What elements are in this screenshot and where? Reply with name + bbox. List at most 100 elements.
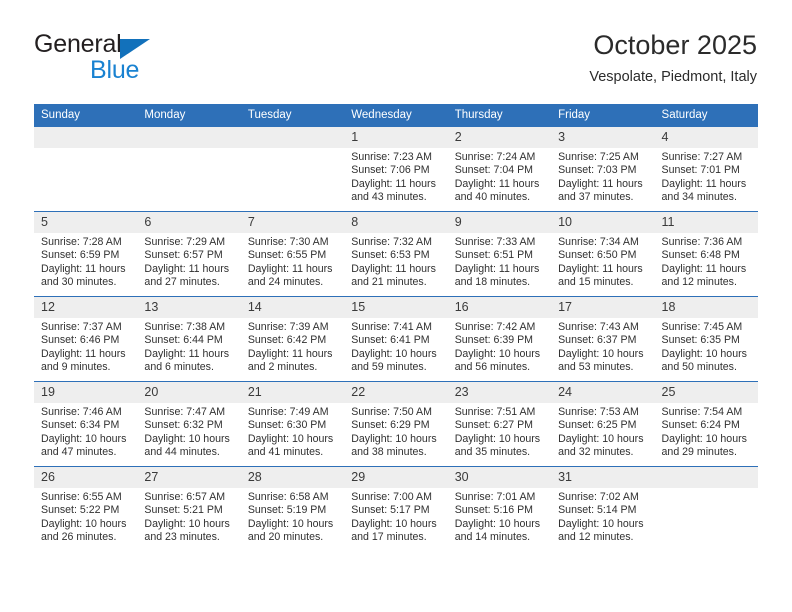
day-details: Sunrise: 7:46 AM Sunset: 6:34 PM Daylight:… <box>34 403 137 460</box>
daylight-text: Daylight: 10 hours and 47 minutes. <box>41 432 127 459</box>
day-cell[interactable]: 16 Sunrise: 7:42 AM Sunset: 6:39 PM Dayligh… <box>447 296 552 382</box>
daylight-text: Daylight: 11 hours and 40 minutes. <box>454 177 540 204</box>
sunrise-sunset-calendar: Sunday Monday Tuesday Wednesday Thursday Frid… <box>34 104 758 551</box>
day-cell[interactable]: 9 Sunrise: 7:33 AM Sunset: 6:51 PM Daylight… <box>447 211 552 297</box>
page-header: General Blue October 2025 Vespolate, Pie… <box>34 30 757 96</box>
day-cell[interactable]: 31 Sunrise: 7:02 AM Sunset: 5:14 PM Dayligh… <box>551 466 655 551</box>
daylight-text: Daylight: 10 hours and 53 minutes. <box>558 347 644 374</box>
day-number: 9 <box>447 212 552 233</box>
day-number: 26 <box>34 467 138 488</box>
general-blue-logo[interactable]: General Blue <box>34 30 264 92</box>
day-details: Sunrise: 6:58 AM Sunset: 5:19 PM Daylight:… <box>241 488 344 545</box>
sunrise-text: Sunrise: 7:54 AM <box>661 406 743 418</box>
sunrise-text: Sunrise: 7:33 AM <box>454 236 536 248</box>
day-number: 7 <box>240 212 345 233</box>
sunset-text: Sunset: 7:01 PM <box>661 164 740 177</box>
daylight-text: Daylight: 11 hours and 2 minutes. <box>247 347 333 374</box>
sunrise-text: Sunrise: 7:28 AM <box>41 236 122 248</box>
sunrise-text: Sunrise: 7:42 AM <box>454 321 536 333</box>
day-number: 29 <box>344 467 448 488</box>
day-number: 14 <box>240 297 345 318</box>
day-cell[interactable]: 20 Sunrise: 7:47 AM Sunset: 6:32 PM Dayligh… <box>137 381 241 467</box>
daylight-text: Daylight: 11 hours and 30 minutes. <box>41 262 126 289</box>
day-cell[interactable]: 17 Sunrise: 7:43 AM Sunset: 6:37 PM Dayligh… <box>551 296 655 382</box>
day-number <box>137 127 241 148</box>
weekday-header-wednesday: Wednesday <box>344 104 448 127</box>
day-details: Sunrise: 7:37 AM Sunset: 6:46 PM Daylight:… <box>34 318 137 375</box>
sunset-text: Sunset: 7:03 PM <box>558 164 637 177</box>
daylight-text: Daylight: 10 hours and 23 minutes. <box>144 517 230 544</box>
day-cell[interactable]: 22 Sunrise: 7:50 AM Sunset: 6:29 PM Dayligh… <box>344 381 448 467</box>
day-cell[interactable]: 13 Sunrise: 7:38 AM Sunset: 6:44 PM Dayligh… <box>137 296 241 382</box>
weekday-header-sunday: Sunday <box>34 104 138 127</box>
sunrise-text: Sunrise: 7:00 AM <box>351 491 432 503</box>
daylight-text: Daylight: 11 hours and 27 minutes. <box>144 262 230 289</box>
day-cell[interactable]: 1 Sunrise: 7:23 AM Sunset: 7:06 PM Daylight… <box>344 126 448 212</box>
sunset-text: Sunset: 6:27 PM <box>454 419 534 432</box>
day-number: 1 <box>344 127 448 148</box>
weekday-header-saturday: Saturday <box>654 104 758 127</box>
day-cell[interactable]: 2 Sunrise: 7:24 AM Sunset: 7:04 PM Daylight… <box>447 126 552 212</box>
page-title: October 2025 <box>593 30 757 60</box>
day-number: 25 <box>654 382 758 403</box>
day-cell[interactable]: 26 Sunrise: 6:55 AM Sunset: 5:22 PM Dayligh… <box>34 466 138 551</box>
day-cell[interactable]: 6 Sunrise: 7:29 AM Sunset: 6:57 PM Daylight… <box>137 211 241 297</box>
daylight-text: Daylight: 10 hours and 17 minutes. <box>351 517 437 544</box>
weekday-header-thursday: Thursday <box>447 104 552 127</box>
day-details: Sunrise: 7:50 AM Sunset: 6:29 PM Daylight:… <box>344 403 447 460</box>
calendar-week-row: 1 Sunrise: 7:23 AM Sunset: 7:06 PM Daylight… <box>34 126 758 212</box>
sunset-text: Sunset: 5:22 PM <box>41 504 120 517</box>
day-cell[interactable]: 23 Sunrise: 7:51 AM Sunset: 6:27 PM Dayligh… <box>447 381 552 467</box>
day-details: Sunrise: 6:57 AM Sunset: 5:21 PM Daylight:… <box>137 488 240 545</box>
day-cell[interactable]: 27 Sunrise: 6:57 AM Sunset: 5:21 PM Dayligh… <box>137 466 241 551</box>
calendar-week-row: 5 Sunrise: 7:28 AM Sunset: 6:59 PM Daylight… <box>34 211 758 297</box>
day-number: 23 <box>447 382 552 403</box>
weekday-header-monday: Monday <box>137 104 241 127</box>
calendar-week-row: 19 Sunrise: 7:46 AM Sunset: 6:34 PM Dayligh… <box>34 381 758 467</box>
daylight-text: Daylight: 11 hours and 12 minutes. <box>661 262 747 289</box>
logo-text-general: General <box>34 30 122 58</box>
sunrise-text: Sunrise: 7:27 AM <box>661 151 743 163</box>
daylight-text: Daylight: 10 hours and 12 minutes. <box>558 517 644 544</box>
sunrise-text: Sunrise: 7:46 AM <box>41 406 122 418</box>
day-number: 18 <box>654 297 758 318</box>
day-cell[interactable]: 28 Sunrise: 6:58 AM Sunset: 5:19 PM Dayligh… <box>240 466 345 551</box>
daylight-text: Daylight: 11 hours and 9 minutes. <box>41 347 126 374</box>
day-cell-empty <box>240 126 345 212</box>
day-number: 24 <box>551 382 655 403</box>
day-cell[interactable]: 19 Sunrise: 7:46 AM Sunset: 6:34 PM Dayligh… <box>34 381 138 467</box>
sunset-text: Sunset: 6:30 PM <box>247 419 327 432</box>
day-cell-empty <box>137 126 241 212</box>
day-cell[interactable]: 30 Sunrise: 7:01 AM Sunset: 5:16 PM Dayligh… <box>447 466 552 551</box>
day-cell[interactable]: 5 Sunrise: 7:28 AM Sunset: 6:59 PM Daylight… <box>34 211 138 297</box>
day-cell[interactable]: 14 Sunrise: 7:39 AM Sunset: 6:42 PM Dayligh… <box>240 296 345 382</box>
day-cell[interactable]: 7 Sunrise: 7:30 AM Sunset: 6:55 PM Daylight… <box>240 211 345 297</box>
daylight-text: Daylight: 11 hours and 34 minutes. <box>661 177 747 204</box>
day-cell[interactable]: 15 Sunrise: 7:41 AM Sunset: 6:41 PM Dayligh… <box>344 296 448 382</box>
daylight-text: Daylight: 10 hours and 59 minutes. <box>351 347 437 374</box>
day-details: Sunrise: 7:33 AM Sunset: 6:51 PM Daylight:… <box>448 233 551 290</box>
day-cell[interactable]: 29 Sunrise: 7:00 AM Sunset: 5:17 PM Dayligh… <box>344 466 448 551</box>
day-cell[interactable]: 4 Sunrise: 7:27 AM Sunset: 7:01 PM Daylight… <box>654 126 758 212</box>
day-details: Sunrise: 7:27 AM Sunset: 7:01 PM Daylight:… <box>655 148 758 205</box>
day-cell[interactable]: 24 Sunrise: 7:53 AM Sunset: 6:25 PM Dayligh… <box>551 381 655 467</box>
sunset-text: Sunset: 6:25 PM <box>558 419 637 432</box>
day-cell[interactable]: 21 Sunrise: 7:49 AM Sunset: 6:30 PM Dayligh… <box>240 381 345 467</box>
day-cell[interactable]: 8 Sunrise: 7:32 AM Sunset: 6:53 PM Daylight… <box>344 211 448 297</box>
day-number: 28 <box>240 467 345 488</box>
day-number: 3 <box>551 127 655 148</box>
daylight-text: Daylight: 11 hours and 6 minutes. <box>144 347 230 374</box>
day-number: 6 <box>137 212 241 233</box>
day-cell-empty <box>34 126 138 212</box>
day-number: 12 <box>34 297 138 318</box>
sunset-text: Sunset: 6:46 PM <box>41 334 120 347</box>
day-cell[interactable]: 18 Sunrise: 7:45 AM Sunset: 6:35 PM Dayligh… <box>654 296 758 382</box>
day-cell[interactable]: 10 Sunrise: 7:34 AM Sunset: 6:50 PM Dayligh… <box>551 211 655 297</box>
day-cell[interactable]: 3 Sunrise: 7:25 AM Sunset: 7:03 PM Daylight… <box>551 126 655 212</box>
day-cell[interactable]: 25 Sunrise: 7:54 AM Sunset: 6:24 PM Dayligh… <box>654 381 758 467</box>
daylight-text: Daylight: 10 hours and 38 minutes. <box>351 432 437 459</box>
day-details: Sunrise: 7:51 AM Sunset: 6:27 PM Daylight:… <box>448 403 551 460</box>
day-cell[interactable]: 12 Sunrise: 7:37 AM Sunset: 6:46 PM Dayligh… <box>34 296 138 382</box>
day-cell[interactable]: 11 Sunrise: 7:36 AM Sunset: 6:48 PM Dayligh… <box>654 211 758 297</box>
sunrise-text: Sunrise: 7:43 AM <box>558 321 639 333</box>
